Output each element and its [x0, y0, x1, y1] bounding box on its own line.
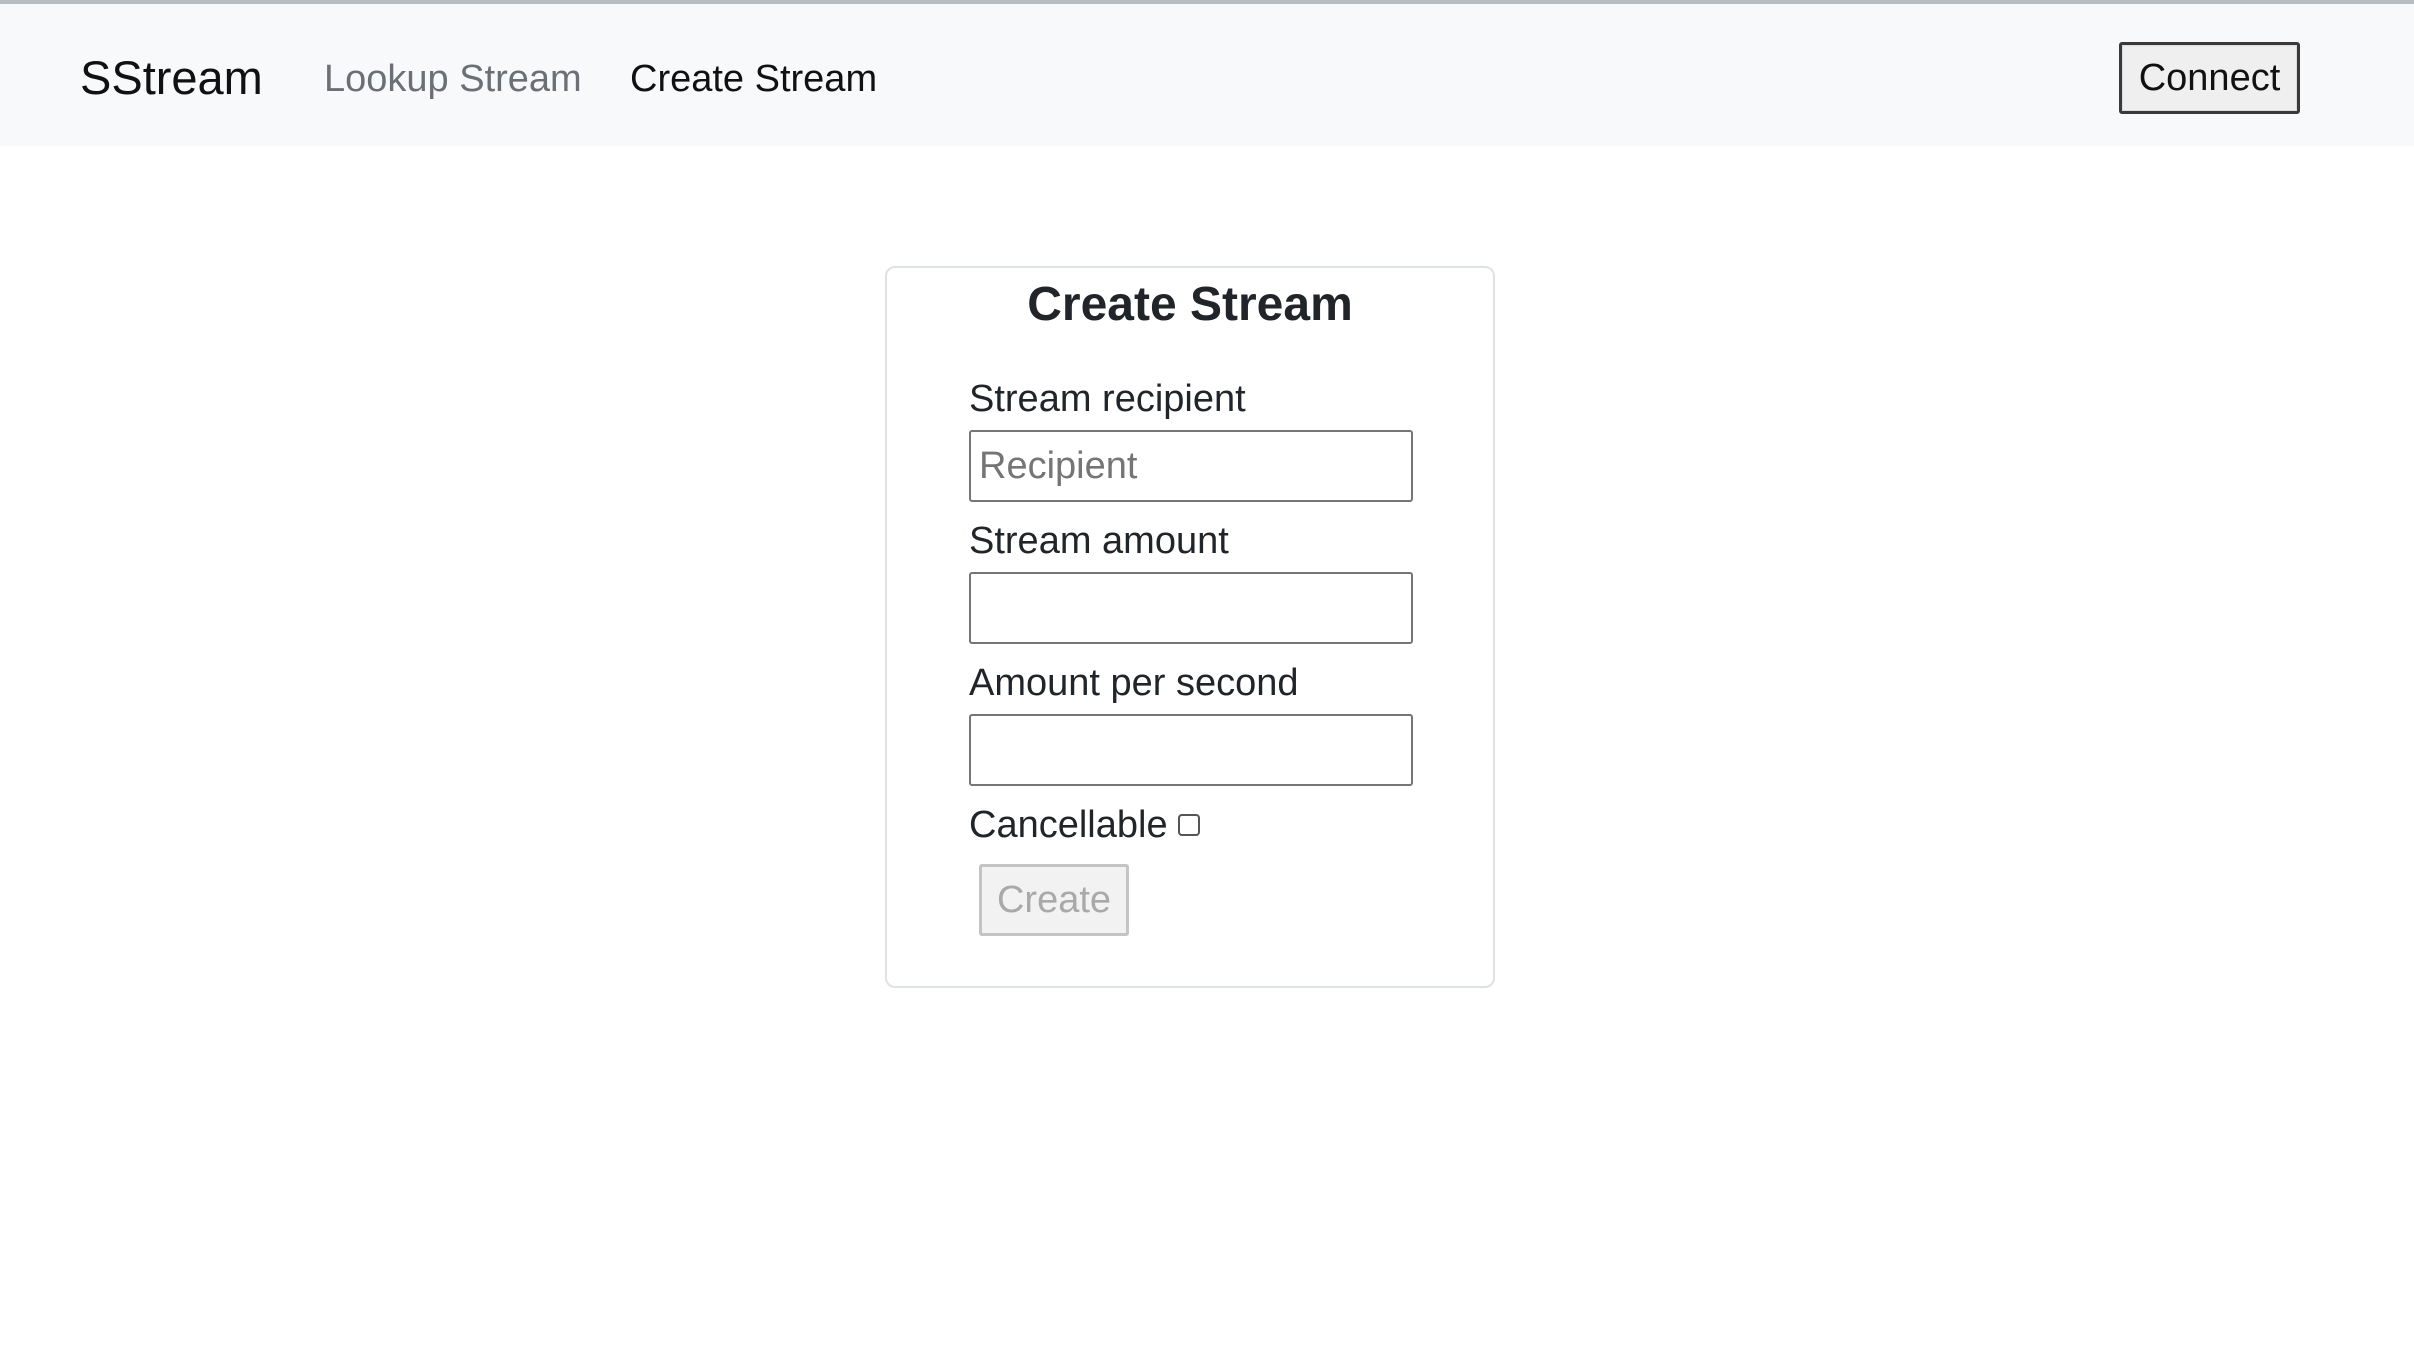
amount-input[interactable] [969, 572, 1413, 644]
create-button[interactable]: Create [979, 864, 1129, 936]
connect-button[interactable]: Connect [2119, 42, 2300, 114]
amount-per-second-label: Amount per second [969, 662, 1299, 704]
recipient-input[interactable] [969, 430, 1413, 502]
card-title: Create Stream [1027, 278, 1353, 331]
nav-link-lookup-stream[interactable]: Lookup Stream [324, 53, 582, 105]
cancellable-label: Cancellable [969, 804, 1168, 846]
create-stream-card: Create Stream Stream recipient Stream am… [885, 266, 1495, 988]
navbar: SStream Lookup Stream Create Stream Conn… [0, 4, 2414, 146]
brand-link[interactable]: SStream [80, 48, 263, 108]
cancellable-row: Cancellable [969, 800, 1200, 850]
cancellable-checkbox[interactable] [1177, 814, 1200, 836]
recipient-label: Stream recipient [969, 378, 1246, 420]
amount-per-second-input[interactable] [969, 714, 1413, 786]
amount-label: Stream amount [969, 520, 1229, 562]
nav-link-create-stream[interactable]: Create Stream [630, 53, 877, 105]
